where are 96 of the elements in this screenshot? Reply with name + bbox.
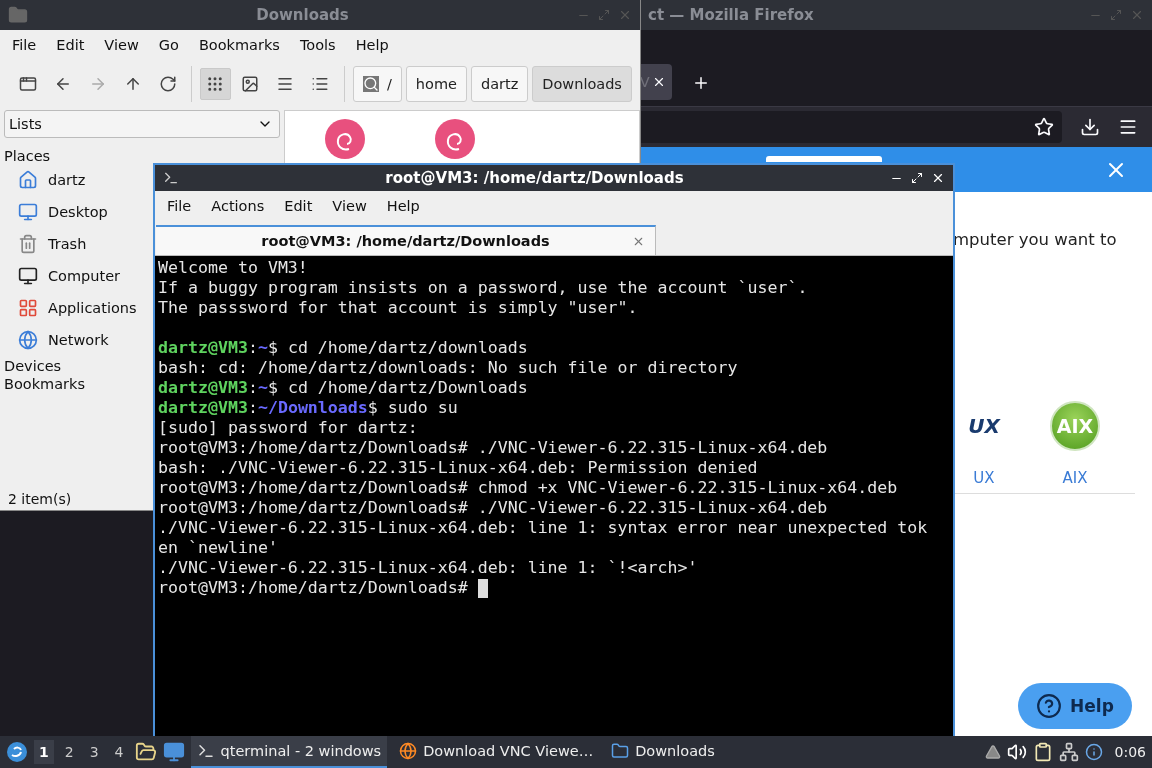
home-folder-icon [18,170,38,190]
platform-link[interactable]: UX [973,469,995,487]
swirl-icon [325,119,365,159]
menu-item[interactable]: Help [345,37,399,53]
terminal-line: bash: cd: /home/dartz/downloads: No such file or directory [158,358,738,378]
menu-item[interactable]: Help [376,198,430,214]
root-path-button[interactable]: / [352,66,402,102]
start-menu-icon[interactable] [6,741,28,763]
volume-icon[interactable] [1006,742,1027,762]
terminal-line: dartz@VM3:~$ cd /home/dartz/downloads [158,338,528,358]
bookmark-star-icon[interactable] [1034,117,1054,137]
window-title: Downloads [255,6,350,24]
download-icon[interactable] [1080,117,1100,137]
terminal-line: root@VM3:/home/dartz/Downloads# chmod +x VNC-Viewer-6.22.315-Linux-x64.deb [158,478,898,498]
reload-icon [158,75,177,93]
platform-logo: AIX [1050,401,1100,451]
terminal-line: [sudo] password for dartz: [158,418,418,438]
terminal-icon [163,170,179,186]
icon-view-icon [206,75,225,93]
file-manager-launcher-icon[interactable] [134,741,157,763]
menu-item[interactable]: Actions [201,198,275,214]
workspace-button[interactable]: 4 [109,740,129,764]
menu-item[interactable]: View [322,198,377,214]
place-item[interactable]: Trash [4,228,87,260]
workspace-button[interactable]: 3 [84,740,104,764]
help-button[interactable]: Help [1018,683,1132,729]
page-text: mputer you want to [953,230,1118,249]
new-tab-icon[interactable] [692,74,710,92]
menu-icon[interactable] [1118,117,1138,137]
icon-view-button[interactable] [199,68,231,100]
side-pane-dropdown[interactable]: Lists [4,110,280,138]
desktop-icon [18,202,38,222]
terminal-line: dartz@VM3:~$ cd /home/dartz/Downloads [158,378,528,398]
taskbar-button[interactable]: Download VNC Viewe… [393,736,600,768]
help-icon [1036,693,1063,719]
terminal-line: bash: ./VNC-Viewer-6.22.315-Linux-x64.deb: Permission denied [158,458,758,478]
thumbnail-view-icon [241,75,260,93]
tray-arrow-icon[interactable] [984,744,1001,760]
path-button[interactable]: Downloads [532,66,632,102]
menu-item[interactable]: Go [148,37,189,53]
terminal-line: If a buggy program insists on a password, use the account `user`. [158,278,808,298]
terminal-line: root@VM3:/home/dartz/Downloads# [158,578,468,598]
platform-link[interactable]: AIX [1062,469,1088,487]
menu-item[interactable]: Tools [289,37,346,53]
workspace-button[interactable]: 1 [34,740,54,764]
trash-icon [18,234,38,254]
path-button[interactable]: home [405,66,467,102]
place-item[interactable]: Network [4,324,109,356]
menu-item[interactable]: Edit [274,198,323,214]
section-heading[interactable]: Devices [4,358,62,374]
folder-icon [611,742,630,760]
terminal-tab[interactable]: root@VM3: /home/dartz/Downloads [156,225,656,255]
new-window-icon [18,75,37,93]
terminal-line: The passsword for that account is simply "user". [158,298,638,318]
compact-view-icon [276,75,295,93]
place-item[interactable]: dartz [4,164,86,196]
detail-view-icon [311,75,330,93]
browser-icon [399,742,418,760]
network-icon[interactable] [1058,742,1079,762]
swirl-icon [435,119,475,159]
taskbar-button[interactable]: Downloads [605,736,721,768]
menu-item[interactable]: File [2,37,47,53]
applications-icon [18,298,38,318]
section-heading[interactable]: Bookmarks [4,376,85,392]
terminal-line: dartz@VM3:~/Downloads$ sudo su [158,398,458,418]
terminal-line: ./VNC-Viewer-6.22.315-Linux-x64.deb: line 1: `!<arch>' [158,558,698,578]
place-item[interactable]: Applications [4,292,137,324]
terminal-line: ./VNC-Viewer-6.22.315-Linux-x64.deb: line 1: syntax error near unexpected tok [158,518,928,538]
terminal-line: en `newline' [158,538,278,558]
path-button[interactable]: dartz [470,66,529,102]
menu-item[interactable]: Bookmarks [188,37,290,53]
search-icon [362,76,379,92]
notification-icon[interactable] [1084,743,1103,761]
platform-logo: UX [968,413,1000,440]
terminal-line: root@VM3:/home/dartz/Downloads# ./VNC-Viewer-6.22.315-Linux-x64.deb [158,498,828,518]
maximize-icon[interactable] [911,172,923,184]
section-heading[interactable]: Places [4,148,51,164]
show-desktop-icon[interactable] [162,741,185,763]
menu-item[interactable]: File [157,198,202,214]
window-title: ct — Mozilla Firefox [648,6,815,24]
computer-icon [18,266,38,286]
status-text: 2 item(s) [8,491,72,507]
folder-icon [8,5,28,25]
terminal-line: root@VM3:/home/dartz/Downloads# ./VNC-Viewer-6.22.315-Linux-x64.deb [158,438,828,458]
window-title: root@VM3: /home/dartz/Downloads [384,169,685,187]
close-icon[interactable] [931,171,945,185]
clock: 0:06 [1114,744,1146,760]
workspace-button[interactable]: 2 [59,740,79,764]
place-item[interactable]: Desktop [4,196,108,228]
terminal-icon [196,742,215,760]
taskbar-button[interactable]: qterminal - 2 windows [190,736,388,768]
network-icon [18,330,38,350]
menu-item[interactable]: View [94,37,149,53]
menu-item[interactable]: Edit [46,37,95,53]
terminal-line: Welcome to VM3! [158,258,308,278]
place-item[interactable]: Computer [4,260,121,292]
